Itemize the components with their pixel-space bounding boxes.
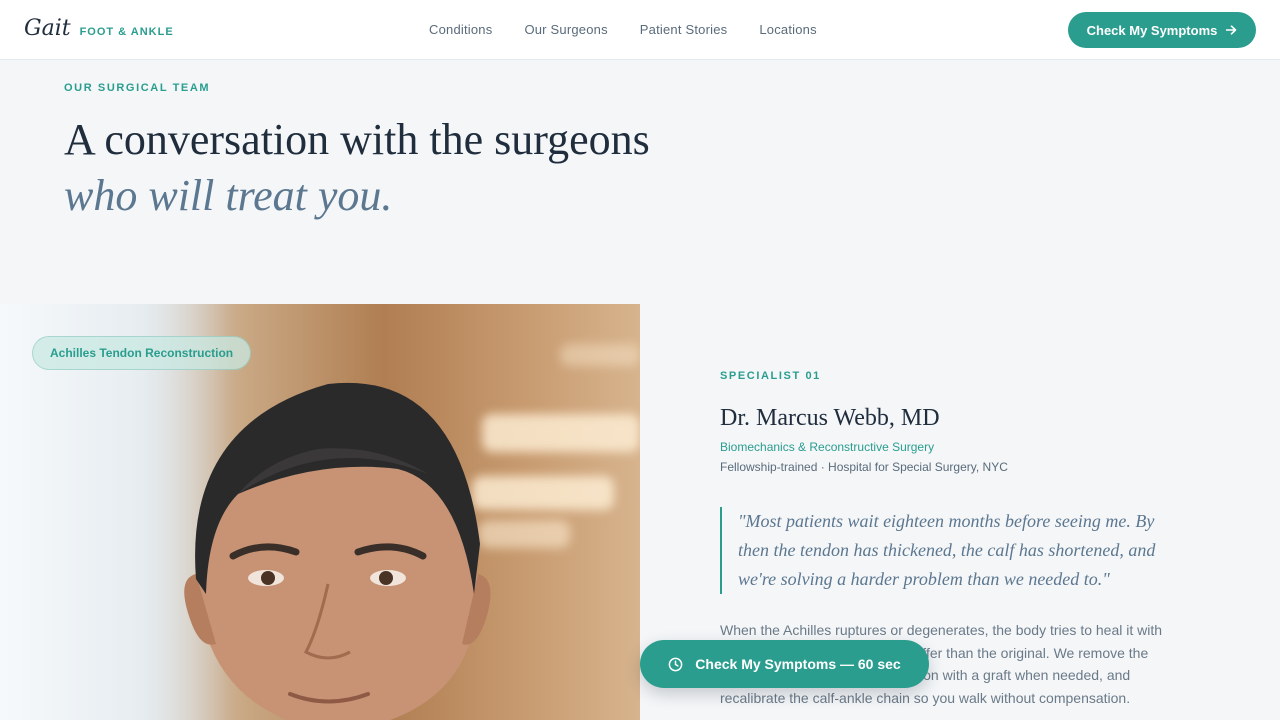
specialty-tag[interactable]: Achilles Tendon Reconstruction (32, 336, 252, 370)
headline-line-1: A conversation with the surgeons (64, 115, 650, 164)
brand-logo[interactable]: Gait FOOT & ANKLE (24, 16, 174, 41)
section-eyebrow: OUR SURGICAL TEAM (64, 82, 211, 94)
headline-line-2: who will treat you. (64, 171, 393, 220)
page-headline: A conversation with the surgeons who wil… (64, 112, 650, 224)
surgeon-portrait (184, 382, 491, 720)
surgeon-name: Dr. Marcus Webb, MD (720, 405, 940, 431)
surgeon-photo: Achilles Tendon Reconstruction (0, 304, 640, 720)
clock-icon (668, 657, 683, 672)
nav-link-our-surgeons[interactable]: Our Surgeons (524, 22, 607, 37)
floating-check-symptoms-button[interactable]: Check My Symptoms — 60 sec (640, 640, 929, 688)
brand-wordmark: Gait (24, 16, 71, 41)
main-nav: Conditions Our Surgeons Patient Stories … (429, 22, 849, 37)
top-navigation-bar: Gait FOOT & ANKLE Conditions Our Surgeon… (0, 0, 1280, 60)
surgeon-specialty: Biomechanics & Reconstructive Surgery (720, 440, 935, 454)
nav-link-locations[interactable]: Locations (759, 22, 816, 37)
surgeon-quote: "Most patients wait eighteen months befo… (720, 507, 1180, 594)
nav-link-patient-stories[interactable]: Patient Stories (640, 22, 728, 37)
floating-cta-label: Check My Symptoms — 60 sec (695, 656, 901, 672)
check-symptoms-button[interactable]: Check My Symptoms (1068, 12, 1256, 48)
brand-subtitle: FOOT & ANKLE (79, 26, 174, 38)
check-symptoms-label: Check My Symptoms (1086, 22, 1218, 38)
nav-link-conditions[interactable]: Conditions (429, 22, 492, 37)
arrow-right-icon (1225, 22, 1237, 38)
specialist-eyebrow: SPECIALIST 01 (720, 370, 821, 382)
surgeon-credentials: Fellowship-trained · Hospital for Specia… (720, 460, 1008, 474)
